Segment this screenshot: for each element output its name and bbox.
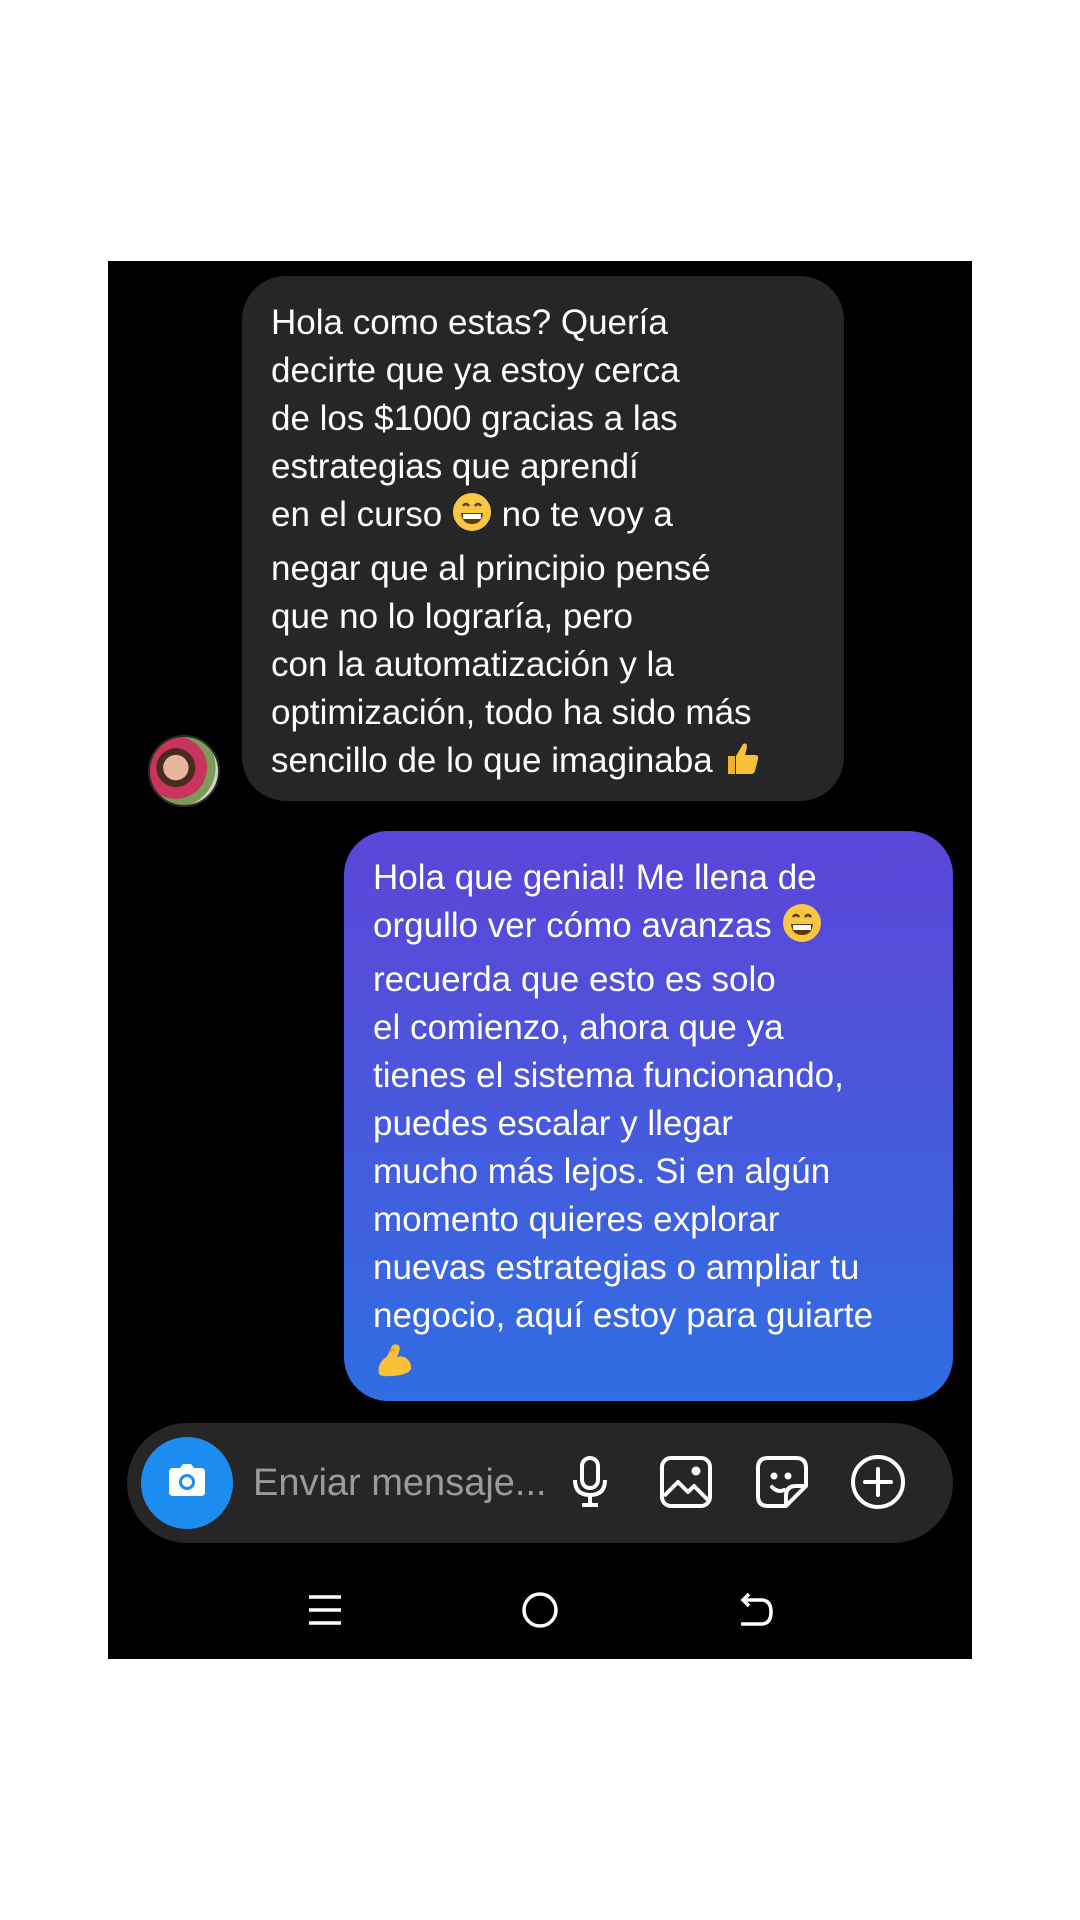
contact-avatar[interactable] — [148, 735, 220, 807]
plus-circle-icon — [849, 1453, 907, 1516]
camera-button[interactable] — [141, 1437, 233, 1529]
microphone-button[interactable] — [561, 1455, 619, 1513]
microphone-icon — [566, 1454, 614, 1515]
message-composer: Enviar mensaje... — [127, 1423, 953, 1543]
message-input[interactable]: Enviar mensaje... — [253, 1457, 547, 1509]
incoming-text-2: no te voy a negar que al principio pensé… — [271, 495, 752, 780]
thumbs-up-emoji — [722, 738, 762, 791]
gallery-button[interactable] — [657, 1455, 715, 1513]
outgoing-text-2: recuerda que esto es solo el comienzo, a… — [373, 960, 874, 1335]
grinning-face-emoji — [782, 903, 822, 956]
sticker-icon — [754, 1454, 810, 1515]
back-button[interactable] — [728, 1587, 784, 1637]
back-icon — [737, 1592, 775, 1633]
more-options-button[interactable] — [849, 1453, 907, 1516]
sticker-button[interactable] — [753, 1455, 811, 1513]
flexed-biceps-emoji — [373, 1340, 415, 1395]
gallery-icon — [658, 1454, 714, 1515]
system-navigation-bar — [108, 1561, 972, 1659]
home-button[interactable] — [512, 1587, 568, 1637]
outgoing-text-1: Hola que genial! Me llena de orgullo ver… — [373, 858, 817, 945]
recent-apps-button[interactable] — [297, 1587, 353, 1637]
incoming-message[interactable]: Hola como estas? Quería decirte que ya e… — [242, 276, 844, 801]
menu-icon — [307, 1593, 343, 1632]
grinning-face-emoji — [452, 492, 492, 545]
chat-screen: Hola como estas? Quería decirte que ya e… — [108, 261, 972, 1659]
home-icon — [520, 1590, 560, 1635]
camera-icon — [161, 1455, 213, 1512]
outgoing-message[interactable]: Hola que genial! Me llena de orgullo ver… — [344, 831, 953, 1401]
